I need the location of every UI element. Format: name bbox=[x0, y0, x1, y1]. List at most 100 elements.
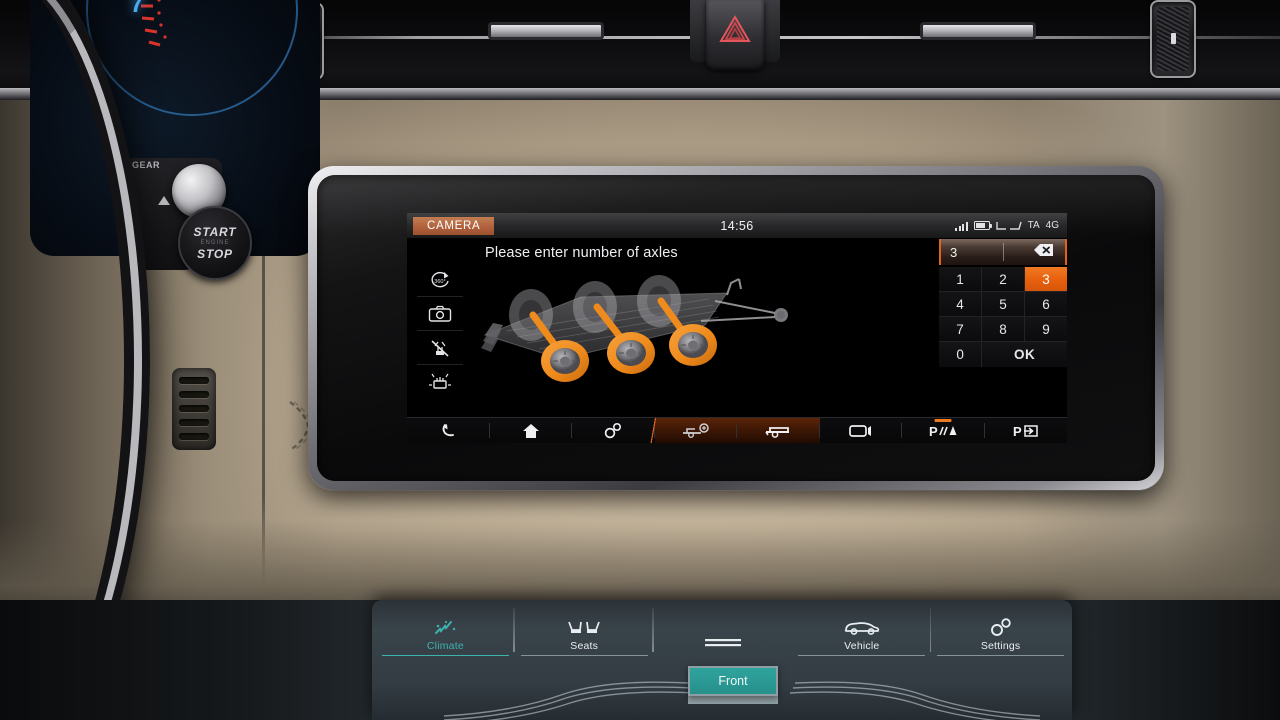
tachometer-redline bbox=[138, 0, 182, 56]
climate-icon bbox=[435, 620, 456, 634]
svg-text:P: P bbox=[929, 424, 938, 438]
gears-icon bbox=[604, 422, 622, 439]
camera-trailer-setup-screen: CAMERA 14:56 TA 4G Please enter number o… bbox=[407, 213, 1067, 443]
back-arrow-icon bbox=[442, 424, 454, 437]
battery-icon bbox=[973, 221, 992, 230]
climate-tab-label: Climate bbox=[426, 640, 464, 652]
key-9[interactable]: 9 bbox=[1025, 317, 1067, 341]
back-button[interactable] bbox=[407, 418, 490, 443]
keypad-row: 0 OK bbox=[939, 342, 1067, 367]
camera-wash-button[interactable] bbox=[417, 365, 463, 399]
video-camera-icon bbox=[848, 424, 871, 437]
key-7[interactable]: 7 bbox=[939, 317, 982, 341]
surround-360-view-button[interactable]: 360° bbox=[417, 263, 463, 297]
settings-tab[interactable]: Settings bbox=[931, 604, 1070, 656]
gear-label: GEAR bbox=[132, 160, 161, 170]
gear-up-arrow-icon bbox=[158, 196, 170, 205]
numeric-keypad: 3 1 2 3 4 5 6 7 8 9 0 OK bbox=[939, 239, 1067, 367]
trailer-axle-wheel bbox=[669, 324, 717, 366]
engine-start-stop-button[interactable]: START ENGINE STOP bbox=[178, 206, 252, 280]
trailer-axle-wheel bbox=[607, 332, 655, 374]
prompt-text: Please enter number of axles bbox=[485, 245, 678, 261]
seats-icon bbox=[568, 621, 600, 633]
park-assist-icon: P bbox=[1013, 424, 1038, 438]
hazard-warning-button[interactable] bbox=[706, 0, 764, 70]
parking-sensor-icon: P bbox=[929, 424, 957, 438]
infotainment-display: CAMERA 14:56 TA 4G Please enter number o… bbox=[317, 175, 1155, 481]
camera-wash-icon bbox=[429, 373, 451, 389]
trailer-axle-wheel bbox=[541, 340, 589, 382]
chevron-down-icon bbox=[728, 668, 738, 673]
key-6[interactable]: 6 bbox=[1025, 292, 1067, 316]
backspace-button[interactable] bbox=[1034, 243, 1053, 261]
vent-slider-right[interactable] bbox=[920, 22, 1036, 40]
key-2[interactable]: 2 bbox=[982, 267, 1025, 291]
trailer-side-icon bbox=[765, 427, 790, 438]
climate-tab[interactable]: Climate bbox=[376, 604, 515, 656]
screen-toolbar: P P bbox=[407, 417, 1067, 443]
drag-handle-icon bbox=[704, 639, 741, 647]
vent-slider-left[interactable] bbox=[488, 22, 604, 40]
trailer-hitch-button[interactable] bbox=[644, 418, 737, 443]
park-assist-button[interactable]: P bbox=[985, 418, 1068, 443]
key-4[interactable]: 4 bbox=[939, 292, 982, 316]
ok-button[interactable]: OK bbox=[982, 342, 1067, 367]
key-1[interactable]: 1 bbox=[939, 267, 982, 291]
camera-side-rail: 360° bbox=[417, 263, 463, 399]
drag-handle[interactable] bbox=[654, 604, 793, 656]
camera-snapshot-button[interactable] bbox=[417, 297, 463, 331]
svg-text:P: P bbox=[1013, 424, 1022, 438]
axle-count-value: 3 bbox=[950, 244, 958, 260]
key-8[interactable]: 8 bbox=[982, 317, 1025, 341]
trailer-config-button[interactable] bbox=[737, 418, 820, 443]
vehicle-icon bbox=[844, 622, 879, 635]
engine-label: ENGINE bbox=[200, 240, 230, 246]
network-type-label: 4G bbox=[1045, 220, 1059, 231]
home-icon bbox=[522, 423, 539, 438]
infotainment-screen-bezel: CAMERA 14:56 TA 4G Please enter number o… bbox=[308, 166, 1164, 490]
seats-tab-label: Seats bbox=[570, 640, 599, 652]
status-bar: CAMERA 14:56 TA 4G bbox=[407, 213, 1067, 239]
hazard-triangle-icon bbox=[719, 15, 751, 42]
key-5[interactable]: 5 bbox=[982, 292, 1025, 316]
camera-snapshot-icon bbox=[428, 305, 452, 322]
tachometer-label-7: 7 bbox=[130, 0, 144, 18]
seats-tab[interactable]: Seats bbox=[515, 604, 654, 656]
home-button[interactable] bbox=[490, 418, 573, 443]
speaker-grille bbox=[172, 368, 216, 450]
camera-wash-off-icon bbox=[431, 339, 449, 357]
climate-control-bar: Climate Seats Vehicle Settings bbox=[376, 604, 1070, 656]
park-sensors-button[interactable]: P bbox=[902, 418, 985, 443]
keypad-row: 7 8 9 bbox=[939, 317, 1067, 342]
surround-360-view-icon: 360° bbox=[431, 271, 449, 287]
screen-content: Please enter number of axles 360° 3 1 2 … bbox=[407, 239, 1067, 417]
trailer-three-axle-diagram bbox=[469, 263, 799, 385]
air-vent-right[interactable] bbox=[1150, 0, 1196, 78]
hazard-bezel-right bbox=[762, 0, 780, 62]
settings-tab-label: Settings bbox=[980, 640, 1021, 652]
keypad-row: 1 2 3 bbox=[939, 267, 1067, 292]
status-indicators: TA 4G bbox=[955, 220, 1059, 231]
camera-view-button[interactable] bbox=[820, 418, 903, 443]
keypad-row: 4 5 6 bbox=[939, 292, 1067, 317]
key-0[interactable]: 0 bbox=[939, 342, 983, 367]
camera-wash-off-button[interactable] bbox=[417, 331, 463, 365]
stop-label: STOP bbox=[197, 247, 233, 261]
tachometer-ring bbox=[86, 0, 298, 116]
gears-icon bbox=[990, 618, 1011, 636]
camera-tab[interactable]: CAMERA bbox=[413, 216, 495, 235]
vehicle-tab[interactable]: Vehicle bbox=[792, 604, 931, 656]
key-3[interactable]: 3 bbox=[1025, 267, 1067, 291]
axle-count-input[interactable]: 3 bbox=[939, 239, 1067, 265]
svg-text:360°: 360° bbox=[434, 279, 445, 285]
trailer-hitch-icon bbox=[682, 423, 709, 438]
seatbelt-icon bbox=[995, 221, 1022, 230]
signal-strength-icon bbox=[955, 221, 968, 231]
front-button-label: Front bbox=[718, 674, 748, 688]
active-indicator bbox=[934, 419, 952, 422]
settings-button[interactable] bbox=[572, 418, 655, 443]
clock: 14:56 bbox=[720, 218, 754, 233]
vehicle-tab-label: Vehicle bbox=[844, 640, 880, 652]
front-defrost-button[interactable]: Front bbox=[688, 666, 778, 696]
traffic-announcement-label: TA bbox=[1027, 220, 1040, 231]
